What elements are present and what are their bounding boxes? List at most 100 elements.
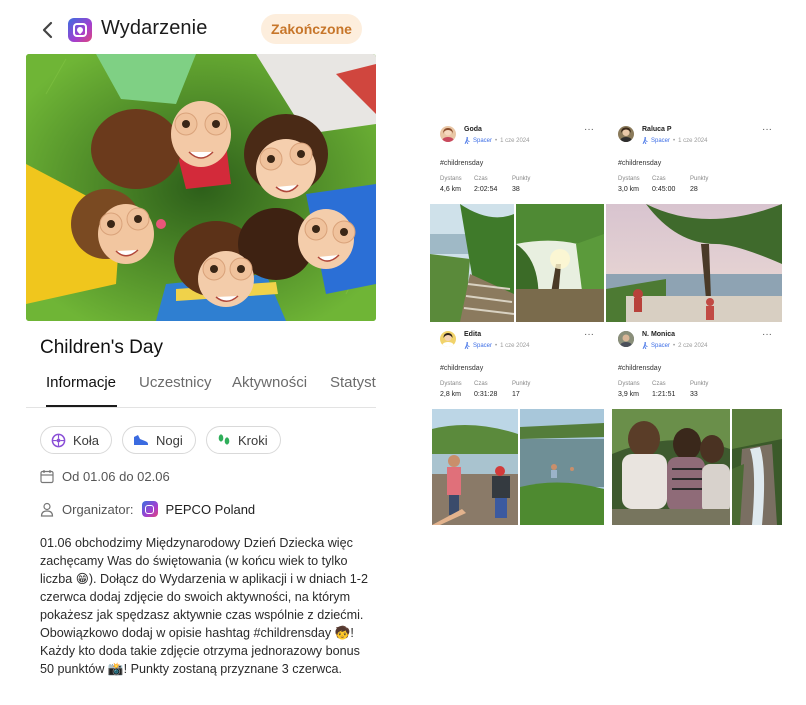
status-badge: Zakończone bbox=[261, 14, 362, 44]
organizer-label: Organizator: bbox=[62, 501, 134, 517]
post-photo[interactable] bbox=[520, 409, 604, 525]
user-icon bbox=[40, 502, 54, 517]
post-photo[interactable] bbox=[606, 204, 782, 322]
post-photos bbox=[606, 204, 782, 322]
post-hashtag: #childrensday bbox=[440, 365, 484, 372]
stat-value: 2,8 km bbox=[440, 391, 462, 398]
post-username[interactable]: Edita bbox=[464, 331, 481, 338]
stat-value: 33 bbox=[690, 391, 698, 398]
stat-value: 0:31:28 bbox=[474, 391, 498, 398]
post-photo[interactable] bbox=[430, 204, 514, 322]
stat-label: Czas bbox=[652, 381, 666, 387]
avatar bbox=[618, 126, 634, 142]
active-tab-indicator bbox=[46, 405, 117, 407]
more-options-icon[interactable]: ··· bbox=[584, 124, 594, 135]
avatar bbox=[440, 331, 456, 347]
more-options-icon[interactable]: ··· bbox=[762, 124, 772, 135]
stat-label: Czas bbox=[474, 176, 488, 182]
category-chip-kola[interactable]: Koła bbox=[40, 426, 113, 454]
post-username[interactable]: Raluca P bbox=[642, 126, 672, 133]
post-date: 1 cze 2024 bbox=[678, 137, 708, 144]
event-hero-image bbox=[26, 54, 376, 321]
stat-label: Czas bbox=[474, 381, 488, 387]
stat-label: Dystans bbox=[618, 176, 640, 182]
app-logo bbox=[68, 18, 92, 42]
event-title: Children's Day bbox=[40, 337, 163, 358]
post-photos bbox=[606, 409, 782, 525]
back-button[interactable] bbox=[38, 18, 58, 42]
stat-value: 4,6 km bbox=[440, 186, 462, 193]
more-options-icon[interactable]: ··· bbox=[584, 329, 594, 340]
post-activity-type: Spacer bbox=[651, 137, 671, 144]
stat-label: Czas bbox=[652, 176, 666, 182]
footsteps-icon bbox=[218, 434, 230, 445]
tab-informacje[interactable]: Informacje bbox=[46, 374, 116, 391]
stat-label: Punkty bbox=[512, 381, 531, 387]
event-date-range: Od 01.06 do 02.06 bbox=[62, 469, 170, 484]
stat-label: Dystans bbox=[618, 381, 640, 387]
top-bar: Wydarzenie Zakończone bbox=[0, 10, 400, 50]
stat-label: Punkty bbox=[512, 176, 531, 182]
post-photos bbox=[428, 409, 604, 525]
organizer-name[interactable]: PEPCO Poland bbox=[166, 502, 256, 517]
activity-post[interactable]: Raluca P Spacer • 1 cze 2024 ··· #childr… bbox=[606, 124, 782, 322]
calendar-icon bbox=[40, 470, 54, 484]
stat-value: 28 bbox=[690, 186, 698, 193]
more-options-icon[interactable]: ··· bbox=[762, 329, 772, 340]
walking-icon bbox=[642, 137, 648, 144]
stat-value: 17 bbox=[512, 391, 520, 398]
organizer-row: Organizator: PEPCO Poland bbox=[40, 501, 255, 517]
category-chip-kroki[interactable]: Kroki bbox=[206, 426, 281, 454]
tab-uczestnicy[interactable]: Uczestnicy bbox=[139, 374, 212, 391]
stat-value: 3,9 km bbox=[618, 391, 640, 398]
post-date: 1 cze 2024 bbox=[500, 342, 530, 349]
chip-label: Nogi bbox=[156, 432, 183, 448]
stat-value: 2:02:54 bbox=[474, 186, 498, 193]
post-photos bbox=[428, 204, 604, 322]
chip-label: Koła bbox=[73, 432, 100, 448]
activity-post[interactable]: N. Monica Spacer • 2 cze 2024 ··· #child… bbox=[606, 329, 782, 525]
stat-value: 0:45:00 bbox=[652, 186, 676, 193]
walking-icon bbox=[464, 342, 470, 349]
post-photo[interactable] bbox=[432, 409, 518, 525]
stat-label: Dystans bbox=[440, 176, 462, 182]
post-activity-type: Spacer bbox=[473, 342, 493, 349]
post-username[interactable]: Goda bbox=[464, 126, 482, 133]
walking-icon bbox=[464, 137, 470, 144]
shoe-icon bbox=[134, 435, 148, 445]
event-detail-panel: Wydarzenie Zakończone Children's Day Inf… bbox=[0, 0, 400, 705]
stat-label: Punkty bbox=[690, 381, 709, 387]
activity-feed: Goda Spacer • 1 cze 2024 ··· #childrensd… bbox=[428, 124, 784, 525]
stat-label: Punkty bbox=[690, 176, 709, 182]
chip-label: Kroki bbox=[238, 432, 268, 448]
tab-aktywnosci[interactable]: Aktywności bbox=[232, 374, 307, 391]
post-date: 1 cze 2024 bbox=[500, 137, 530, 144]
post-activity-type: Spacer bbox=[651, 342, 671, 349]
post-activity-type: Spacer bbox=[473, 137, 493, 144]
page-title: Wydarzenie bbox=[101, 17, 208, 39]
post-date: 2 cze 2024 bbox=[678, 342, 708, 349]
event-description: 01.06 obchodzimy Międzynarodowy Dzień Dz… bbox=[40, 536, 368, 676]
stat-label: Dystans bbox=[440, 381, 462, 387]
post-photo[interactable] bbox=[612, 409, 730, 525]
walking-icon bbox=[642, 342, 648, 349]
post-hashtag: #childrensday bbox=[618, 160, 662, 167]
stat-value: 38 bbox=[512, 186, 520, 193]
activity-post[interactable]: Goda Spacer • 1 cze 2024 ··· #childrensd… bbox=[428, 124, 604, 322]
avatar bbox=[618, 331, 634, 347]
post-hashtag: #childrensday bbox=[440, 160, 484, 167]
stat-value: 3,0 km bbox=[618, 186, 640, 193]
event-date-row: Od 01.06 do 02.06 bbox=[40, 469, 170, 484]
organizer-logo bbox=[141, 501, 158, 517]
category-chip-nogi[interactable]: Nogi bbox=[122, 426, 196, 454]
chevron-left-icon bbox=[42, 21, 53, 39]
event-tabs: Informacje Uczestnicy Aktywności Statyst bbox=[26, 372, 376, 408]
wheel-icon bbox=[51, 433, 66, 447]
post-username[interactable]: N. Monica bbox=[642, 331, 675, 338]
stat-value: 1:21:51 bbox=[652, 391, 676, 398]
post-photo[interactable] bbox=[732, 409, 782, 525]
post-photo[interactable] bbox=[516, 204, 604, 322]
post-hashtag: #childrensday bbox=[618, 365, 662, 372]
activity-post[interactable]: Edita Spacer • 1 cze 2024 ··· #childrens… bbox=[428, 329, 604, 525]
tab-statystyki[interactable]: Statyst bbox=[330, 374, 376, 391]
